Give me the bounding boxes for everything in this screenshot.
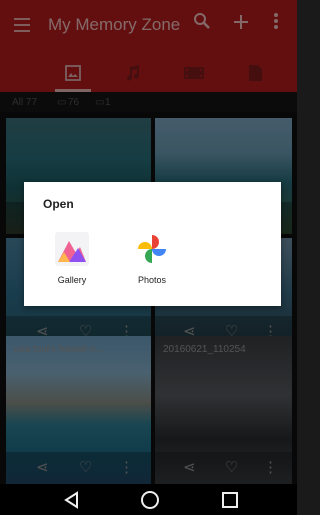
home-icon[interactable] [140,490,160,510]
google-photos-icon [138,235,166,263]
photos-label: Photos [137,275,167,285]
photos-option[interactable]: Photos [117,232,187,285]
dialog-title: Open [43,197,74,211]
open-with-dialog: Open Gallery Photos [24,182,281,306]
back-icon[interactable] [62,490,82,510]
gallery-label: Gallery [57,275,87,285]
system-nav-bar [0,484,297,515]
recents-icon[interactable] [220,490,240,510]
gallery-option[interactable]: Gallery [37,232,107,285]
gallery-icon [55,232,89,266]
